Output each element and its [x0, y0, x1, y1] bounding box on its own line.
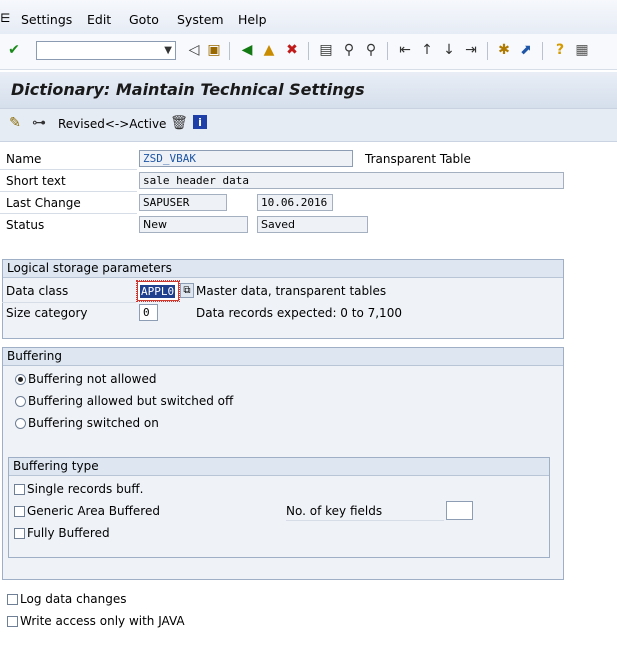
key-fields-field[interactable]: [446, 501, 473, 520]
toolbar-separator: [487, 42, 488, 60]
check-icon[interactable]: ✔: [5, 41, 23, 59]
print-icon[interactable]: ▤: [317, 41, 335, 59]
buffering-title: Buffering: [7, 349, 62, 363]
row-divider: [286, 520, 444, 521]
name-label: Name: [6, 152, 42, 166]
menu-edit[interactable]: Edit: [87, 12, 111, 27]
title-bar: Dictionary: Maintain Technical Settings: [0, 72, 617, 109]
display-change-icon[interactable]: ⊶: [30, 114, 48, 132]
checkbox-java-write[interactable]: [7, 616, 18, 627]
checkbox-generic-area[interactable]: [14, 506, 25, 517]
buffering-switched-off-label: Buffering allowed but switched off: [28, 394, 234, 408]
find-next-icon[interactable]: ⚲: [362, 41, 380, 59]
edit-icon[interactable]: ✎: [6, 114, 24, 132]
last-change-label: Last Change: [6, 196, 81, 210]
checkbox-fully-buffered[interactable]: [14, 528, 25, 539]
size-category-label: Size category: [6, 306, 88, 320]
application-toolbar: ✎ ⊶ Revised<->Active 🗑 i: [0, 109, 617, 142]
java-write-label: Write access only with JAVA: [20, 614, 185, 628]
last-change-user-field: SAPUSER: [139, 194, 227, 211]
last-page-icon[interactable]: ⇥: [462, 41, 480, 59]
nav-back-icon[interactable]: ◀: [238, 41, 256, 59]
checkbox-single-records[interactable]: [14, 484, 25, 495]
logical-storage-title: Logical storage parameters: [7, 261, 172, 275]
menu-system[interactable]: System: [177, 12, 224, 27]
fully-buffered-label: Fully Buffered: [27, 526, 110, 540]
single-records-label: Single records buff.: [27, 482, 144, 496]
row-divider: [0, 191, 137, 192]
data-class-field[interactable]: APPL0: [136, 280, 180, 302]
toolbar-separator: [229, 42, 230, 60]
buffering-type-header: Buffering type: [9, 458, 549, 476]
help-icon[interactable]: ?: [551, 41, 569, 59]
delete-icon[interactable]: 🗑: [170, 114, 188, 132]
last-change-date-field: 10.06.2016: [257, 194, 333, 211]
row-divider: [2, 302, 136, 303]
radio-buffering-switched-off[interactable]: [15, 396, 26, 407]
radio-buffering-switched-on[interactable]: [15, 418, 26, 429]
back-icon[interactable]: ◁: [185, 41, 203, 59]
key-fields-label: No. of key fields: [286, 504, 383, 518]
save-icon[interactable]: ▣: [205, 41, 223, 59]
table-type-text: Transparent Table: [365, 152, 471, 166]
next-page-icon[interactable]: ↓: [440, 41, 458, 59]
find-icon[interactable]: ⚲: [340, 41, 358, 59]
standard-toolbar: ✔ ▼ ◁ ▣ ◀ ▲ ✖ ▤ ⚲ ⚲ ⇤ ↑ ↓ ⇥ ✱ ⬈ ? ▦: [0, 34, 617, 70]
toolbar-separator: [308, 42, 309, 60]
size-description: Data records expected: 0 to 7,100: [196, 306, 402, 320]
exit-icon[interactable]: ▲: [260, 41, 278, 59]
status-label: Status: [6, 218, 45, 232]
short-text-field: sale header data: [139, 172, 564, 189]
info-icon[interactable]: i: [193, 115, 207, 129]
new-session-icon[interactable]: ✱: [495, 41, 513, 59]
shortcut-icon[interactable]: ⬈: [517, 41, 535, 59]
layout-icon[interactable]: ▦: [573, 41, 591, 59]
revised-active-button[interactable]: Revised<->Active: [58, 117, 166, 131]
menu-help[interactable]: Help: [238, 12, 267, 27]
chevron-down-icon[interactable]: ▼: [164, 45, 172, 56]
toolbar-separator: [387, 42, 388, 60]
row-divider: [0, 213, 137, 214]
window-menu-icon[interactable]: ⋿: [0, 11, 10, 25]
data-class-label: Data class: [6, 284, 69, 298]
row-divider: [0, 169, 137, 170]
logical-storage-header: Logical storage parameters: [3, 260, 563, 278]
buffering-not-allowed-label: Buffering not allowed: [28, 372, 157, 386]
page-title: Dictionary: Maintain Technical Settings: [11, 80, 365, 99]
status-field-1: New: [139, 216, 248, 233]
buffering-header: Buffering: [3, 348, 563, 366]
data-class-value: APPL0: [140, 285, 176, 298]
value-help-icon[interactable]: ⧉: [180, 283, 194, 298]
short-text-label: Short text: [6, 174, 66, 188]
data-class-description: Master data, transparent tables: [196, 284, 387, 298]
radio-buffering-not-allowed[interactable]: [15, 374, 26, 385]
command-field[interactable]: ▼: [36, 41, 176, 60]
status-field-2: Saved: [257, 216, 368, 233]
menu-bar: ⋿ Settings Edit Goto System Help: [0, 0, 617, 35]
prev-page-icon[interactable]: ↑: [418, 41, 436, 59]
generic-area-label: Generic Area Buffered: [27, 504, 160, 518]
cancel-icon[interactable]: ✖: [283, 41, 301, 59]
first-page-icon[interactable]: ⇤: [396, 41, 414, 59]
table-name-field: ZSD_VBAK: [139, 150, 353, 167]
buffering-type-title: Buffering type: [13, 459, 99, 473]
buffering-switched-on-label: Buffering switched on: [28, 416, 159, 430]
size-category-field[interactable]: 0: [139, 304, 158, 321]
menu-goto[interactable]: Goto: [129, 12, 159, 27]
logical-storage-group: Logical storage parameters: [2, 259, 564, 339]
toolbar-separator: [542, 42, 543, 60]
checkbox-log-changes[interactable]: [7, 594, 18, 605]
menu-settings[interactable]: Settings: [21, 12, 72, 27]
log-changes-label: Log data changes: [20, 592, 127, 606]
